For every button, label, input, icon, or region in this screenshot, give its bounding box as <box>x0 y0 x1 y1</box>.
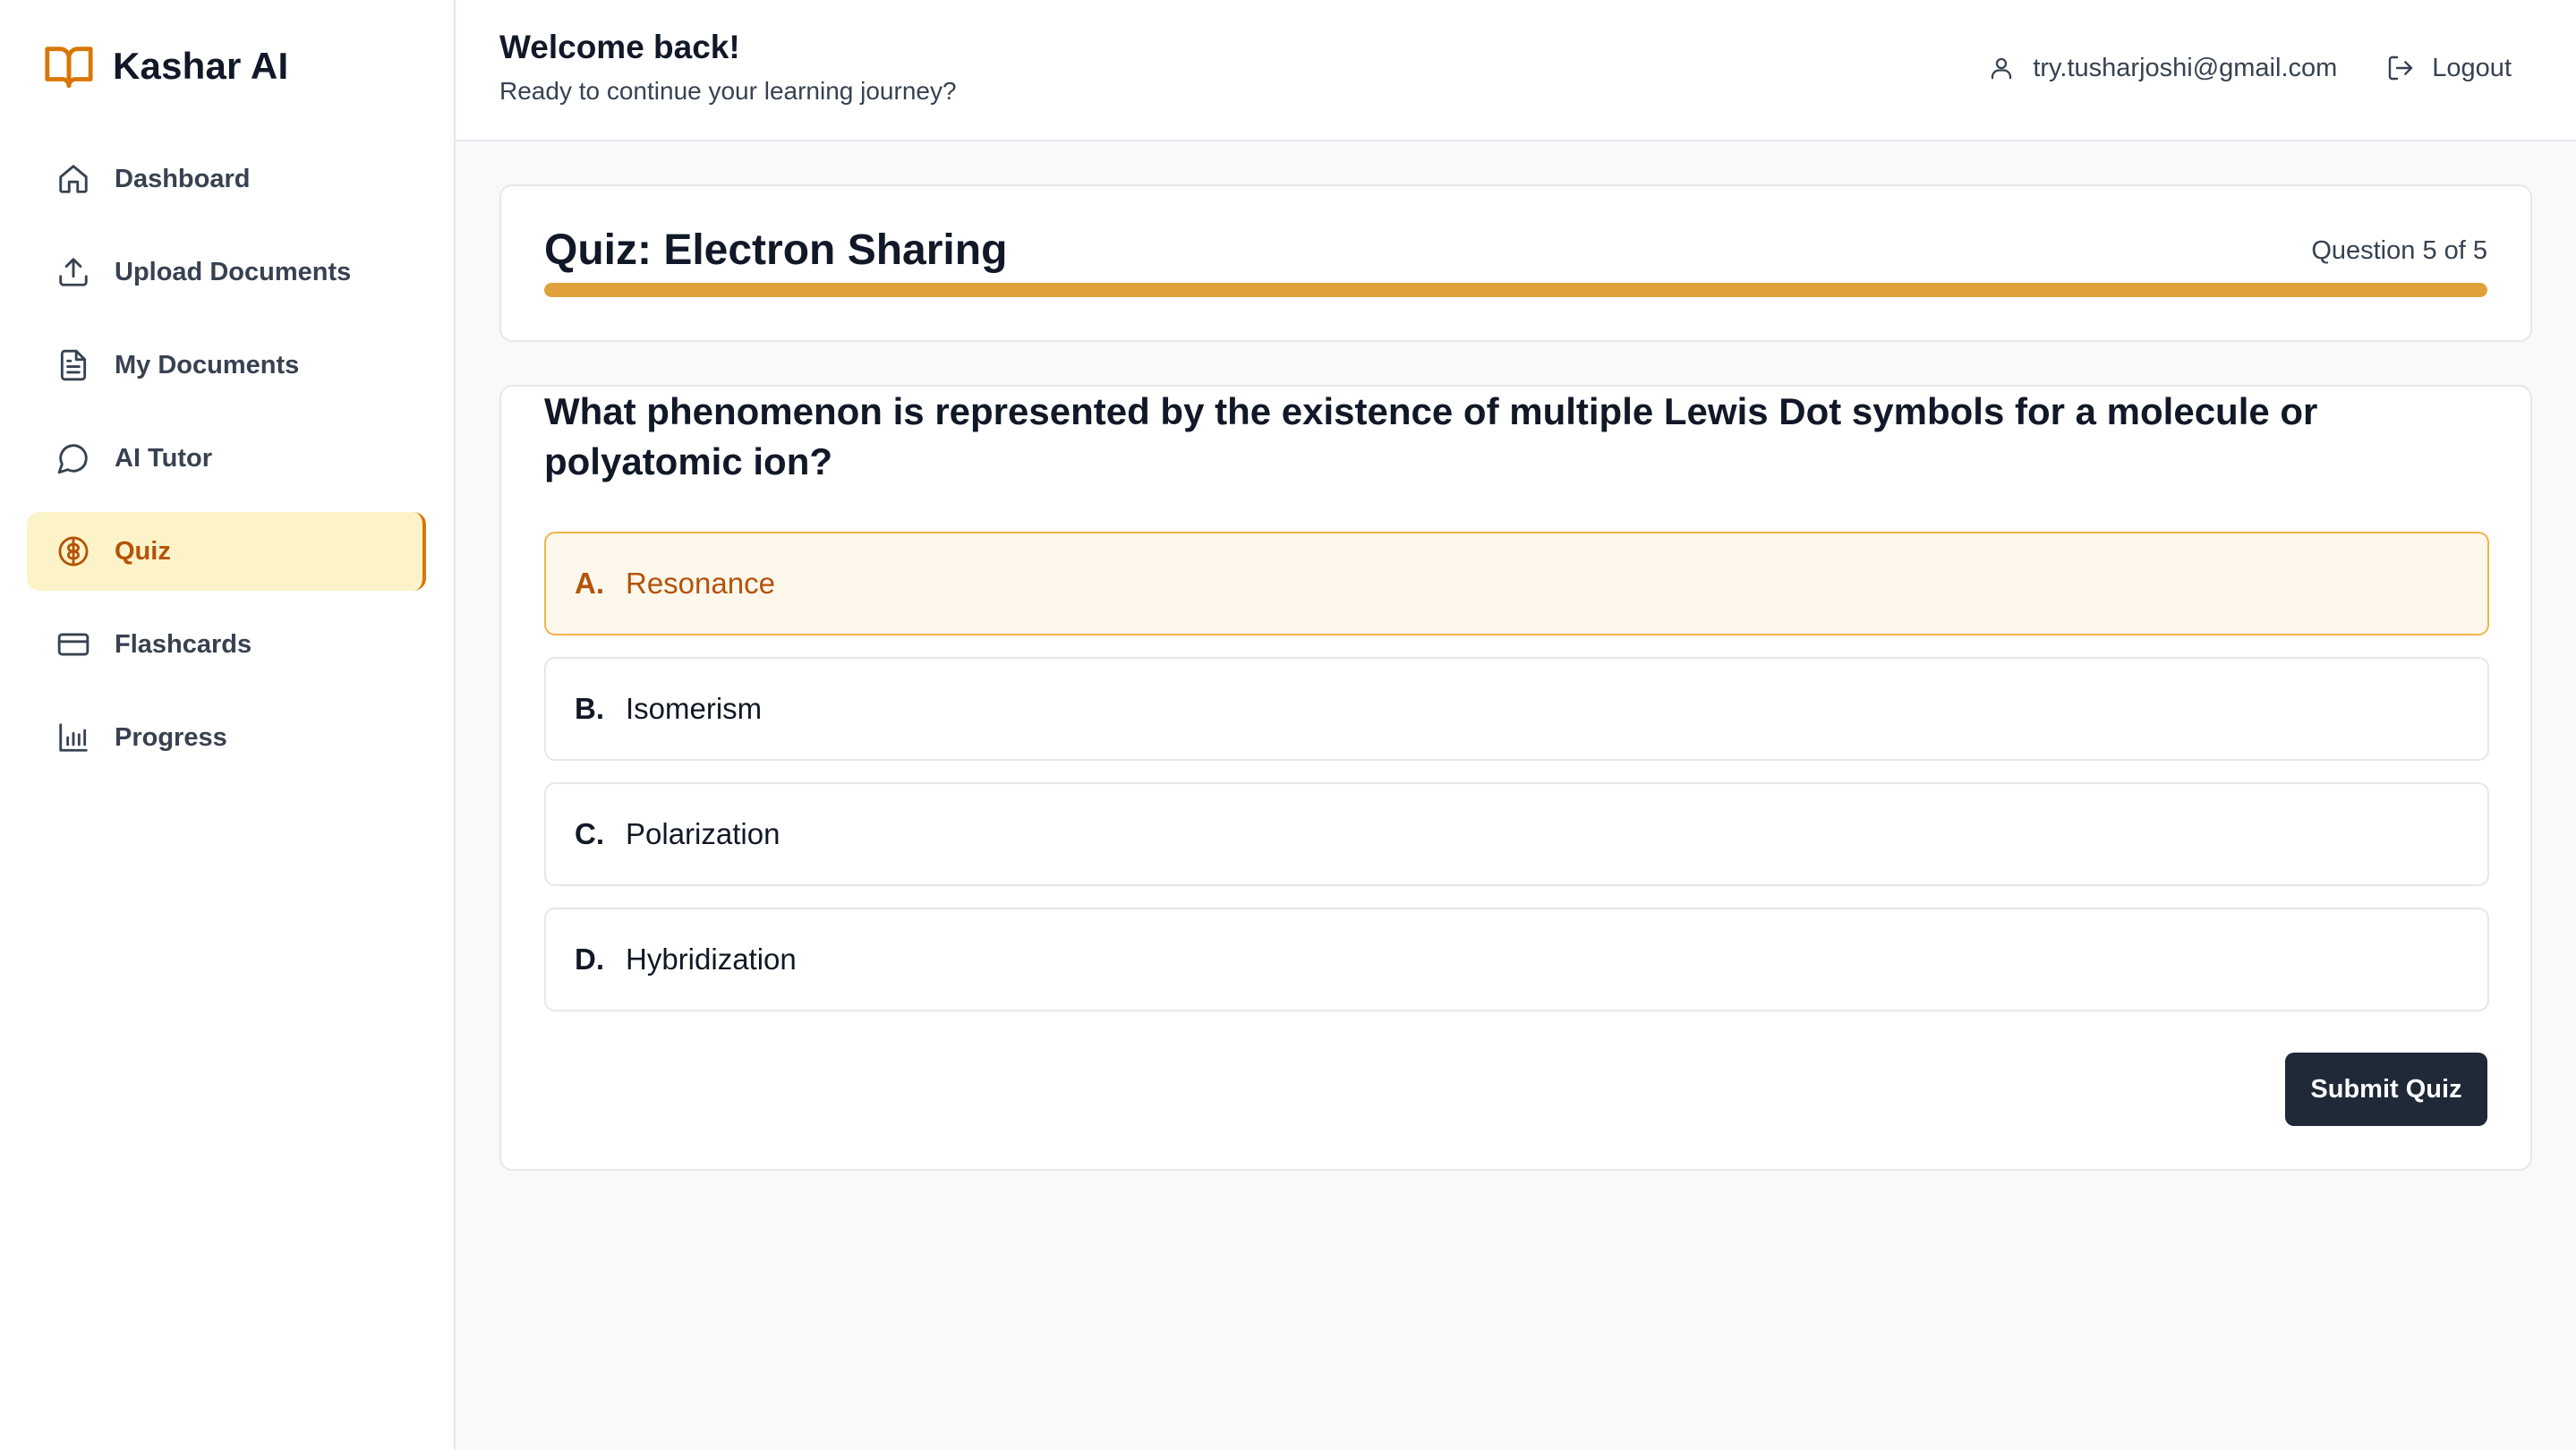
sidebar-nav: Dashboard Upload Documents My Documents … <box>27 140 426 791</box>
sidebar-item-label: Progress <box>115 722 227 752</box>
option-text: Resonance <box>626 567 775 600</box>
option-text: Hybridization <box>626 942 797 976</box>
card-icon <box>55 627 91 662</box>
option-text: Isomerism <box>626 692 763 725</box>
sidebar-item-label: Flashcards <box>115 629 252 659</box>
sidebar-item-my-documents[interactable]: My Documents <box>27 326 426 405</box>
user-icon <box>1986 53 2017 83</box>
option-letter: A. <box>575 567 604 600</box>
sidebar-item-flashcards[interactable]: Flashcards <box>27 605 426 684</box>
sidebar: Kashar AI Dashboard Upload Documents My … <box>0 0 456 1450</box>
question-text: What phenomenon is represented by the ex… <box>544 390 2318 482</box>
welcome-subtitle: Ready to continue your learning journey? <box>499 77 957 105</box>
quiz-title: Quiz: Electron Sharing <box>544 226 1008 274</box>
brand-name: Kashar AI <box>113 45 289 87</box>
sidebar-item-progress[interactable]: Progress <box>27 698 426 777</box>
sidebar-item-upload-documents[interactable]: Upload Documents <box>27 233 426 311</box>
sidebar-item-dashboard[interactable]: Dashboard <box>27 140 426 218</box>
chat-bubble-icon <box>55 440 91 476</box>
option-b[interactable]: B. Isomerism <box>544 657 2489 761</box>
logout-icon <box>2385 53 2416 83</box>
welcome-block: Welcome back! Ready to continue your lea… <box>499 29 957 106</box>
answer-options: A. Resonance B. Isomerism C. Polarizatio… <box>544 532 2489 1033</box>
sidebar-item-label: AI Tutor <box>115 443 212 473</box>
option-text: Polarization <box>626 817 780 850</box>
top-header: Welcome back! Ready to continue your lea… <box>456 0 2576 141</box>
sidebar-item-ai-tutor[interactable]: AI Tutor <box>27 419 426 498</box>
sidebar-item-label: Upload Documents <box>115 257 352 286</box>
brain-icon <box>55 533 91 569</box>
option-a[interactable]: A. Resonance <box>544 532 2489 635</box>
document-icon <box>55 347 91 383</box>
app-root: Kashar AI Dashboard Upload Documents My … <box>0 0 2576 1450</box>
sidebar-item-label: Dashboard <box>115 164 251 193</box>
option-letter: C. <box>575 817 604 850</box>
quiz-header-card: Quiz: Electron Sharing Question 5 of 5 <box>499 184 2532 342</box>
user-account[interactable]: try.tusharjoshi@gmail.com <box>1986 53 2337 83</box>
main-content: Welcome back! Ready to continue your lea… <box>456 0 2576 1450</box>
quiz-progress-fill <box>544 283 2487 297</box>
welcome-title: Welcome back! <box>499 29 740 65</box>
option-letter: D. <box>575 942 604 976</box>
option-letter: B. <box>575 692 604 725</box>
logout-label: Logout <box>2432 53 2512 82</box>
quiz-progress-bar <box>544 283 2487 297</box>
header-actions: try.tusharjoshi@gmail.com Logout <box>1986 48 2512 88</box>
option-c[interactable]: C. Polarization <box>544 782 2489 886</box>
question-counter: Question 5 of 5 <box>2311 236 2487 265</box>
bar-chart-icon <box>55 720 91 755</box>
brand[interactable]: Kashar AI <box>41 39 288 93</box>
open-book-icon <box>41 40 97 92</box>
question-card: What phenomenon is represented by the ex… <box>499 385 2532 1171</box>
sidebar-item-quiz[interactable]: Quiz <box>27 512 426 591</box>
sidebar-item-label: Quiz <box>115 536 171 566</box>
home-icon <box>55 161 91 197</box>
upload-icon <box>55 254 91 290</box>
logout-button[interactable]: Logout <box>2385 53 2512 83</box>
option-d[interactable]: D. Hybridization <box>544 908 2489 1011</box>
user-email: try.tusharjoshi@gmail.com <box>2033 53 2338 82</box>
sidebar-item-label: My Documents <box>115 350 300 380</box>
submit-quiz-button[interactable]: Submit Quiz <box>2285 1053 2487 1126</box>
